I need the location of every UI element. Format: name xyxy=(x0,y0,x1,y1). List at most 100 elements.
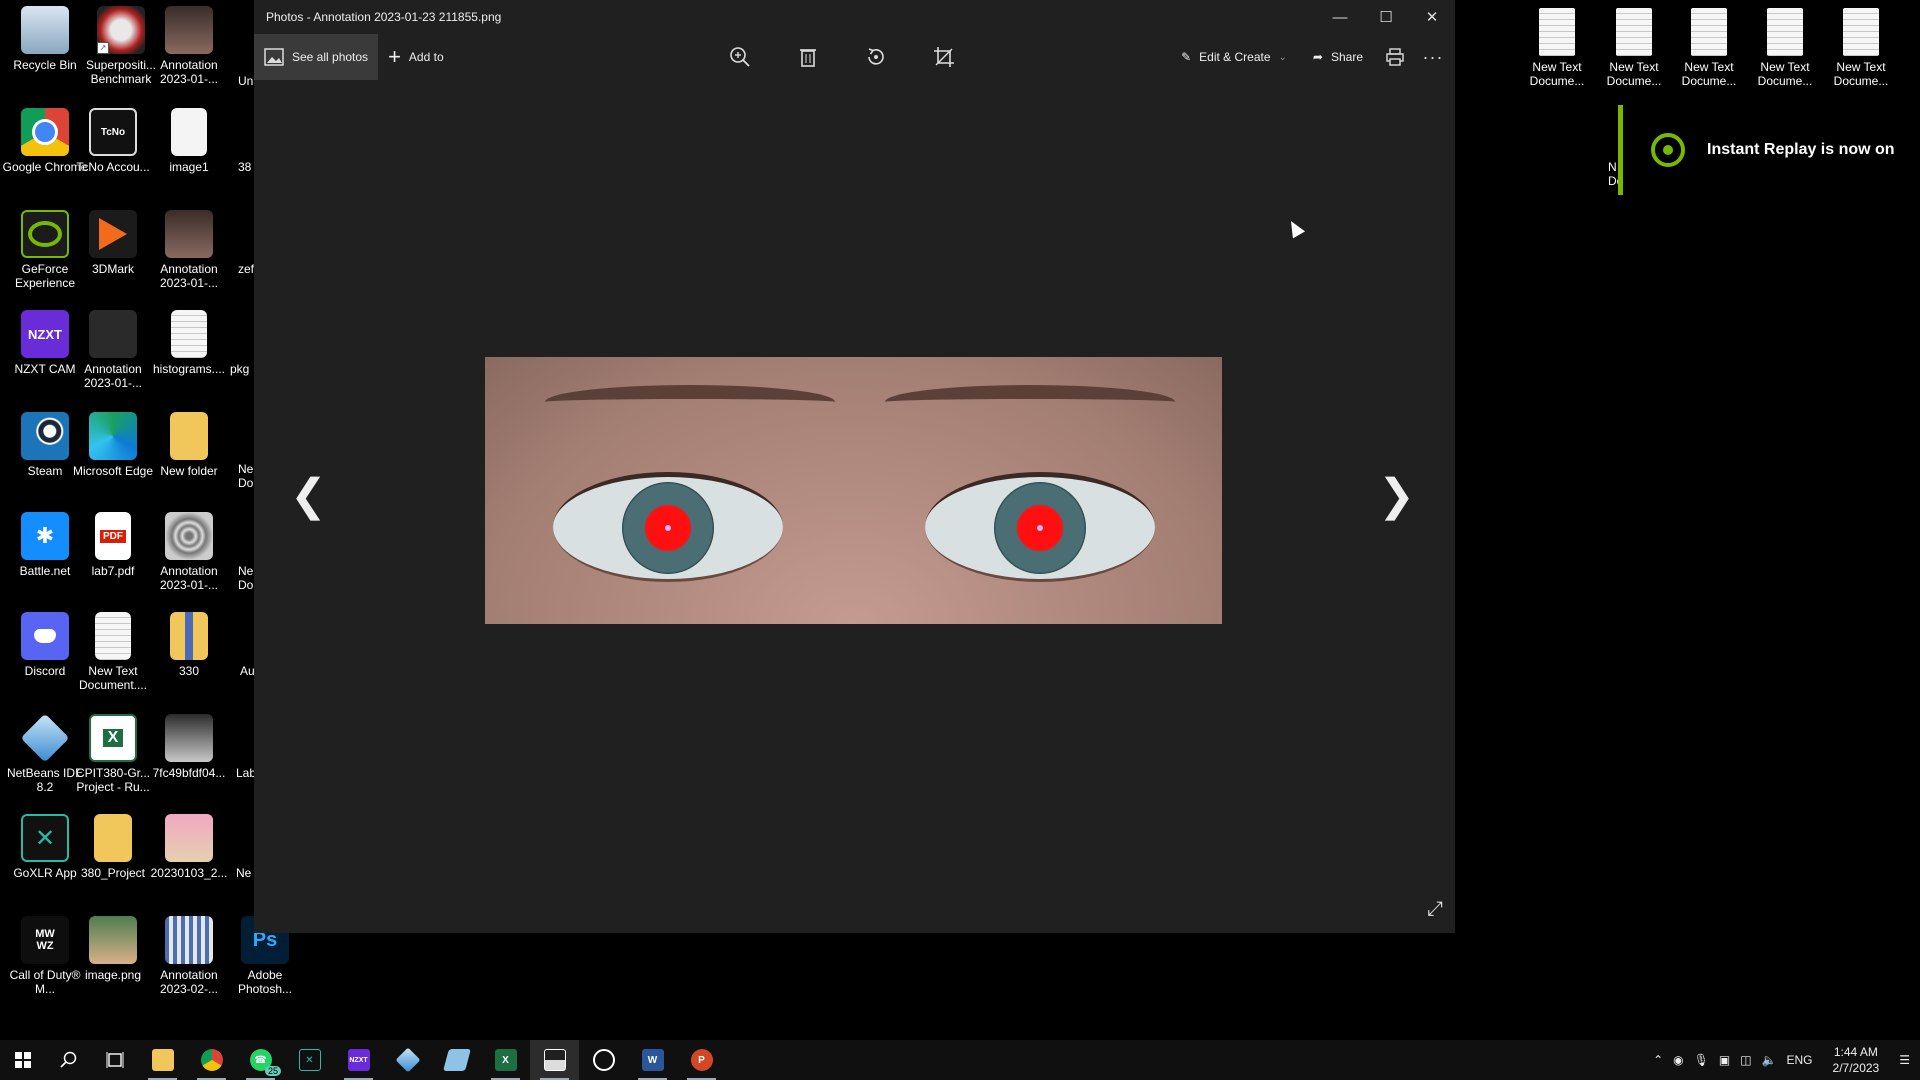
print-icon[interactable] xyxy=(1379,41,1411,73)
text-document-icon xyxy=(1616,8,1652,56)
tcno-account-switcher-icon: TcNo xyxy=(89,108,137,156)
goxlr-icon: ✕ xyxy=(298,1049,321,1071)
task-view-icon xyxy=(106,1052,124,1068)
taskbar-netbeans[interactable] xyxy=(383,1040,432,1080)
image-thumbnail-icon xyxy=(165,210,213,258)
desktop-icon-annotation[interactable]: Annotation 2023-01-... xyxy=(144,6,234,86)
search-icon xyxy=(60,1051,77,1068)
powerpoint-icon: P xyxy=(690,1049,713,1071)
taskbar-file-explorer[interactable] xyxy=(138,1040,187,1080)
desktop-icon-new-text-document[interactable]: New Text Docume... xyxy=(1671,8,1747,88)
folder-icon xyxy=(151,1049,174,1071)
crop-icon[interactable] xyxy=(928,41,960,73)
instant-replay-icon xyxy=(1651,133,1685,167)
plus-icon: + xyxy=(388,44,401,69)
desktop-icon-label: Annotation 2023-01-... xyxy=(159,58,219,86)
steam-icon xyxy=(21,412,69,460)
chevron-up-icon[interactable]: ⌃ xyxy=(1653,1053,1663,1067)
partial-desktop-label: Ne xyxy=(236,866,252,880)
edit-create-button[interactable]: ✎ Edit & Create ⌄ xyxy=(1171,34,1297,80)
desktop-icon-7fc49[interactable]: 7fc49bfdf04... xyxy=(144,714,234,780)
desktop-icon-new-text-document[interactable]: New Text Docume... xyxy=(1519,8,1595,88)
close-button[interactable]: ✕ xyxy=(1409,0,1455,34)
desktop-icon-20230103[interactable]: 20230103_2... xyxy=(144,814,234,880)
partial-desktop-label: Ne Do xyxy=(238,564,254,592)
add-to-button[interactable]: + Add to xyxy=(378,34,454,80)
minimize-button[interactable]: — xyxy=(1317,0,1363,34)
excel-icon: X xyxy=(494,1049,517,1071)
chevron-down-icon: ⌄ xyxy=(1278,51,1287,63)
nvidia-tray-icon[interactable]: ▣ xyxy=(1719,1053,1730,1067)
search-button[interactable] xyxy=(46,1040,92,1080)
fullscreen-icon[interactable]: ⤢ xyxy=(1427,898,1443,921)
desktop-icon-new-text-document[interactable]: New Text Docume... xyxy=(1596,8,1672,88)
chrome-icon xyxy=(200,1049,223,1071)
delete-icon[interactable] xyxy=(792,41,824,73)
desktop-icon-label: 20230103_2... xyxy=(150,866,228,880)
desktop-icon-annotation[interactable]: Annotation 2023-01-... xyxy=(144,210,234,290)
taskbar-word[interactable]: W xyxy=(628,1040,677,1080)
desktop-icon-image1[interactable]: image1 xyxy=(144,108,234,174)
taskbar-xbox[interactable] xyxy=(579,1040,628,1080)
webcam-icon[interactable]: ◉ xyxy=(1673,1053,1683,1067)
microphone-icon[interactable]: 🎙 xyxy=(1694,1053,1709,1067)
desktop-icon-label: Annotation 2023-01-... xyxy=(159,564,219,592)
photo-toolbar: See all photos + Add to ✎ Edit & Create xyxy=(254,34,1455,80)
taskbar-whatsapp[interactable]: ☎ 25 xyxy=(236,1040,285,1080)
xbox-icon xyxy=(592,1049,615,1071)
taskbar-app[interactable] xyxy=(432,1040,481,1080)
desktop-icon-new-folder[interactable]: New folder xyxy=(144,412,234,478)
rotate-icon[interactable] xyxy=(860,41,892,73)
photos-icon xyxy=(543,1049,566,1071)
clock-date: 2/7/2023 xyxy=(1832,1061,1880,1075)
desktop-icon-annotation[interactable]: Annotation 2023-01-... xyxy=(144,512,234,592)
next-photo-arrow[interactable]: ❯ xyxy=(1378,470,1415,521)
instant-replay-text: Instant Replay is now on xyxy=(1707,141,1895,158)
task-view-button[interactable] xyxy=(92,1040,138,1080)
text-document-icon xyxy=(95,612,131,660)
zoom-in-icon[interactable] xyxy=(724,41,756,73)
notification-badge: 25 xyxy=(264,1066,281,1076)
taskbar-powerpoint[interactable]: P xyxy=(677,1040,726,1080)
network-icon[interactable]: ◫ xyxy=(1740,1053,1751,1067)
instant-replay-notification: Instant Replay is now on xyxy=(1618,105,1920,195)
desktop-icon-label: New Text Docume... xyxy=(1606,60,1662,88)
taskbar-goxlr[interactable]: ✕ xyxy=(285,1040,334,1080)
desktop-icon-new-text-document[interactable]: New Text Docume... xyxy=(1823,8,1899,88)
desktop-icon-histograms[interactable]: histograms.... xyxy=(144,310,234,376)
partial-desktop-label: pkg xyxy=(230,362,250,376)
clock-time: 1:44 AM xyxy=(1833,1045,1878,1059)
text-document-icon xyxy=(171,310,207,358)
clock[interactable]: 1:44 AM 2/7/2023 xyxy=(1833,1044,1880,1076)
notification-center-icon[interactable]: ☰ xyxy=(1899,1053,1910,1067)
photos-window[interactable]: Photos - Annotation 2023-01-23 211855.pn… xyxy=(254,0,1455,933)
excel-file-icon: X xyxy=(89,714,137,762)
partial-desktop-label: 38 xyxy=(238,160,252,174)
image-thumbnail-icon xyxy=(165,512,213,560)
folder-icon xyxy=(94,814,132,862)
taskbar-photos[interactable] xyxy=(530,1040,579,1080)
desktop-icon-330[interactable]: 330 xyxy=(144,612,234,678)
previous-photo-arrow[interactable]: ❮ xyxy=(290,470,327,521)
word-icon: W xyxy=(641,1049,664,1071)
share-button[interactable]: ➦ Share xyxy=(1303,34,1373,80)
taskbar-excel[interactable]: X xyxy=(481,1040,530,1080)
edge-icon xyxy=(89,412,137,460)
taskbar-nzxt[interactable]: NZXT xyxy=(334,1040,383,1080)
volume-icon[interactable]: 🔈 xyxy=(1762,1053,1777,1067)
image-thumbnail-icon xyxy=(165,6,213,54)
desktop-icon-new-text-document[interactable]: New Text Docume... xyxy=(1747,8,1823,88)
see-all-photos-button[interactable]: See all photos xyxy=(254,34,379,80)
desktop-icon-label: 330 xyxy=(178,664,200,678)
chrome-icon xyxy=(21,108,69,156)
taskbar-chrome[interactable] xyxy=(187,1040,236,1080)
partial-desktop-label: Un xyxy=(238,74,254,88)
start-button[interactable] xyxy=(0,1040,46,1080)
title-bar[interactable]: Photos - Annotation 2023-01-23 211855.pn… xyxy=(254,0,1455,34)
language-indicator[interactable]: ENG xyxy=(1787,1053,1813,1067)
recycle-bin-icon xyxy=(21,6,69,54)
add-to-label: Add to xyxy=(408,50,444,64)
more-icon[interactable]: ··· xyxy=(1417,41,1449,73)
red-eye-pupil xyxy=(994,482,1086,574)
maximize-button[interactable]: ☐ xyxy=(1363,0,1409,34)
